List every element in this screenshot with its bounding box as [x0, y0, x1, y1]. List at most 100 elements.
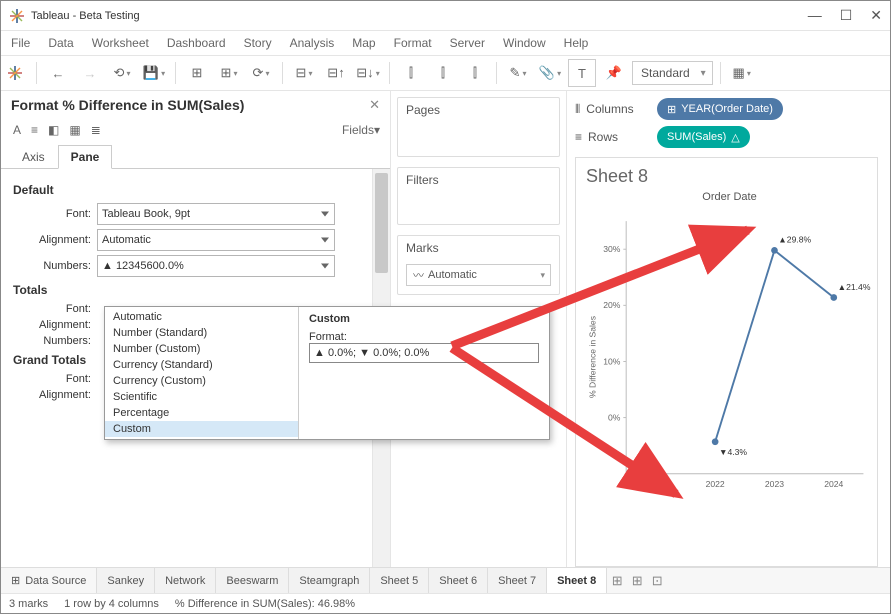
menu-help[interactable]: Help	[564, 36, 589, 50]
tab-pane[interactable]: Pane	[58, 145, 113, 169]
status-bar: 3 marks 1 row by 4 columns % Difference …	[1, 593, 890, 613]
toolbar: ← → ⟲ 💾 ⊞ ⊞ ⟳ ⊟ ⊟↑ ⊟↓ ⫿ ⫿ ⫿ ✎ 📎 T 📌 Stan…	[1, 55, 890, 91]
new-worksheet-icon[interactable]: ⊞	[215, 59, 243, 87]
menu-analysis[interactable]: Analysis	[290, 36, 335, 50]
tab-axis[interactable]: Axis	[9, 145, 58, 168]
plus-icon: ⊞	[667, 103, 676, 116]
border-tool-icon[interactable]: ▦	[69, 123, 80, 137]
sheet-title: Sheet 8	[586, 166, 873, 187]
maximize-icon[interactable]: ☐	[840, 7, 853, 24]
sheet-tab-sheet-6[interactable]: Sheet 6	[429, 568, 488, 593]
tableau-logo-icon	[9, 8, 25, 24]
text-icon[interactable]: T	[568, 59, 596, 87]
sheet-tab-network[interactable]: Network	[155, 568, 216, 593]
pages-card[interactable]: Pages	[397, 97, 560, 157]
sort-asc-icon[interactable]: ⊟↑	[322, 59, 350, 87]
menu-story[interactable]: Story	[244, 36, 272, 50]
sheet-tab-sankey[interactable]: Sankey	[97, 568, 155, 593]
status-dims: 1 row by 4 columns	[64, 598, 159, 610]
new-dashboard-icon[interactable]: ⊞	[627, 573, 647, 589]
svg-text:0%: 0%	[608, 412, 621, 422]
section-totals: Totals	[13, 283, 380, 297]
save-icon[interactable]: 💾	[140, 59, 168, 87]
rows-pill[interactable]: SUM(Sales)△	[657, 126, 750, 148]
nf-option-scientific[interactable]: Scientific	[105, 389, 298, 405]
svg-text:2021: 2021	[646, 479, 665, 489]
default-numbers-select[interactable]: ▲ 12345600.0%	[97, 255, 335, 277]
filters-card[interactable]: Filters	[397, 167, 560, 225]
marks-type-select[interactable]: 〰 Automatic	[406, 264, 551, 286]
menubar: File Data Worksheet Dashboard Story Anal…	[1, 31, 890, 55]
nf-option-currency-custom-[interactable]: Currency (Custom)	[105, 373, 298, 389]
number-format-popup: AutomaticNumber (Standard)Number (Custom…	[104, 306, 550, 440]
sheet-tabs: ⊞Data Source SankeyNetworkBeeswarmSteamg…	[1, 567, 890, 593]
nf-option-automatic[interactable]: Automatic	[105, 309, 298, 325]
new-datasource-icon[interactable]: ⊞	[183, 59, 211, 87]
menu-format[interactable]: Format	[394, 36, 432, 50]
svg-text:▲29.8%: ▲29.8%	[778, 235, 811, 245]
tableau-icon[interactable]	[7, 65, 23, 81]
nf-option-custom[interactable]: Custom	[105, 421, 298, 437]
rows-icon: ≡	[575, 130, 582, 144]
menu-worksheet[interactable]: Worksheet	[92, 36, 149, 50]
nf-custom-heading: Custom	[309, 313, 539, 325]
marks-card[interactable]: Marks 〰 Automatic	[397, 235, 560, 295]
back-icon[interactable]: ←	[44, 59, 72, 87]
sort-desc-icon[interactable]: ⊟↓	[354, 59, 382, 87]
new-sheet-icon[interactable]: ⊞	[607, 573, 627, 589]
pin-icon[interactable]: 📌	[600, 59, 628, 87]
svg-text:▼4.3%: ▼4.3%	[719, 447, 747, 457]
nf-format-input[interactable]: ▲ 0.0%; ▼ 0.0%; 0.0%	[309, 343, 539, 363]
sheet-tab-sheet-5[interactable]: Sheet 5	[370, 568, 429, 593]
delta-icon: △	[731, 131, 739, 144]
forward-icon[interactable]: →	[76, 59, 104, 87]
columns-icon: ⦀	[575, 102, 580, 117]
fields-dropdown[interactable]: Fields ▾	[342, 123, 380, 137]
minimize-icon[interactable]: —	[808, 7, 822, 24]
menu-server[interactable]: Server	[450, 36, 485, 50]
swap-icon[interactable]: ⊟	[290, 59, 318, 87]
menu-data[interactable]: Data	[48, 36, 73, 50]
attach-icon[interactable]: 📎	[536, 59, 564, 87]
sheet-tab-beeswarm[interactable]: Beeswarm	[216, 568, 289, 593]
nf-option-percentage[interactable]: Percentage	[105, 405, 298, 421]
group-icon[interactable]: ⫿	[461, 59, 489, 87]
close-icon[interactable]: ✕	[870, 7, 882, 24]
datasource-icon: ⊞	[11, 574, 20, 587]
lines-tool-icon[interactable]: ≣	[91, 123, 101, 137]
showme-icon[interactable]: ▦	[728, 59, 756, 87]
font-tool-icon[interactable]: A	[13, 123, 21, 137]
nf-option-number-custom-[interactable]: Number (Custom)	[105, 341, 298, 357]
default-align-select[interactable]: Automatic	[97, 229, 335, 251]
menu-dashboard[interactable]: Dashboard	[167, 36, 226, 50]
label-font: Font:	[9, 208, 91, 220]
svg-text:20%: 20%	[603, 300, 621, 310]
rows-shelf-label: ≡Rows	[575, 130, 647, 144]
sheet-tab-sheet-8[interactable]: Sheet 8	[547, 568, 607, 593]
section-default: Default	[13, 183, 380, 197]
format-title: Format % Difference in SUM(Sales)	[11, 97, 244, 113]
align-tool-icon[interactable]: ≡	[31, 123, 38, 137]
menu-map[interactable]: Map	[352, 36, 375, 50]
shade-tool-icon[interactable]: ◧	[48, 123, 59, 137]
columns-pill[interactable]: ⊞YEAR(Order Date)	[657, 98, 783, 120]
svg-text:▲21.4%: ▲21.4%	[838, 282, 871, 292]
fit-select[interactable]: Standard	[632, 61, 713, 85]
sheet-tab-steamgraph[interactable]: Steamgraph	[289, 568, 370, 593]
totals-icon[interactable]: ⫿	[397, 59, 425, 87]
default-font-select[interactable]: Tableau Book, 9pt	[97, 203, 335, 225]
highlight-icon[interactable]: ⫿	[429, 59, 457, 87]
undo-icon[interactable]: ⟲	[108, 59, 136, 87]
menu-file[interactable]: File	[11, 36, 30, 50]
menu-window[interactable]: Window	[503, 36, 546, 50]
close-format-icon[interactable]: ✕	[369, 97, 380, 113]
chart-viz[interactable]: Sheet 8 Order Date 0%10%20%30%2021202220…	[575, 157, 878, 567]
refresh-icon[interactable]: ⟳	[247, 59, 275, 87]
nf-option-number-standard-[interactable]: Number (Standard)	[105, 325, 298, 341]
pencil-icon[interactable]: ✎	[504, 59, 532, 87]
data-source-tab[interactable]: ⊞Data Source	[1, 568, 97, 593]
new-story-icon[interactable]: ⊡	[647, 573, 667, 589]
sheet-tab-sheet-7[interactable]: Sheet 7	[488, 568, 547, 593]
nf-option-currency-standard-[interactable]: Currency (Standard)	[105, 357, 298, 373]
nf-format-label: Format:	[309, 331, 347, 343]
